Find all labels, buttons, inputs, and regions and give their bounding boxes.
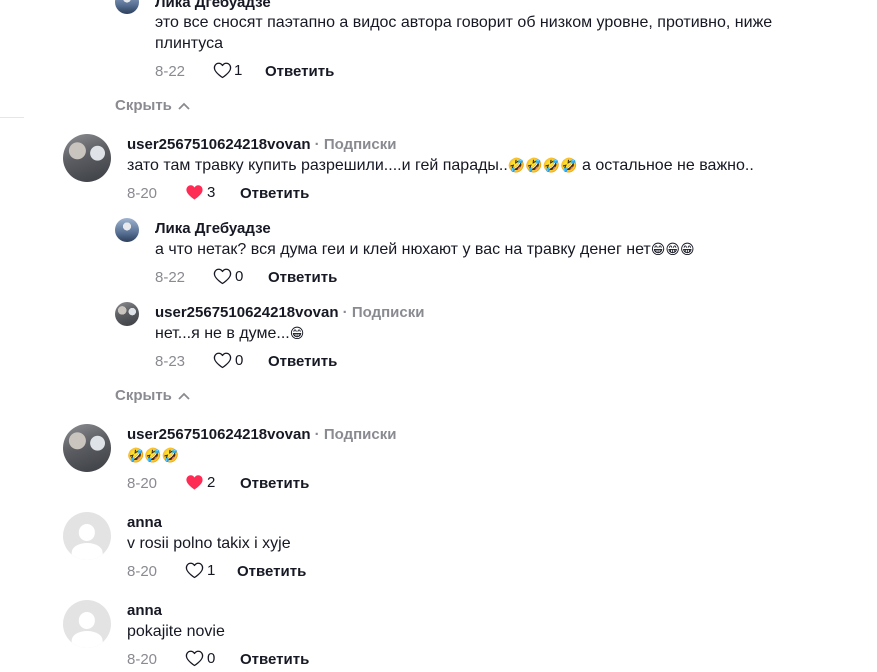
comment-author[interactable]: Лика Дгебуадзе [155, 220, 271, 237]
chevron-up-icon [178, 392, 190, 400]
reply-button[interactable]: Ответить [265, 63, 334, 80]
like-count: 0 [235, 268, 244, 285]
comment-date: 8-20 [127, 185, 158, 202]
comment-date: 8-20 [127, 475, 158, 492]
emoji: 😁😁😁 [650, 241, 695, 257]
comment-author[interactable]: anna [127, 602, 162, 619]
heart-icon[interactable] [213, 267, 232, 285]
avatar[interactable] [63, 424, 111, 472]
comment-text-part: а остальное не важно.. [577, 157, 754, 174]
comment-author[interactable]: user2567510624218vovan [155, 304, 339, 321]
comment-author[interactable]: user2567510624218vovan [127, 426, 311, 443]
reply-button[interactable]: Ответить [268, 353, 337, 370]
divider [0, 117, 24, 118]
comment-text: нет...я не в думе...😁 [155, 323, 304, 344]
comment-date: 8-20 [127, 651, 158, 668]
like-button[interactable] [185, 649, 204, 672]
like-count: 1 [234, 62, 243, 79]
emoji: 🤣🤣🤣 [127, 447, 180, 463]
comment-author[interactable]: user2567510624218vovan [127, 136, 311, 153]
heart-icon[interactable] [185, 183, 204, 201]
like-button[interactable] [213, 61, 232, 84]
comment-text-line: плинтуса [155, 35, 223, 52]
separator: · [314, 136, 320, 153]
like-count: 1 [207, 562, 216, 579]
heart-icon[interactable] [185, 561, 204, 579]
avatar[interactable] [63, 600, 111, 648]
like-button[interactable] [185, 473, 204, 496]
comment-text: зато там травку купить разрешили....и ге… [127, 155, 754, 176]
comment-text: 🤣🤣🤣 [127, 445, 179, 466]
comment-text-part: а что нетак? вся дума геи и клей нюхают … [155, 241, 651, 258]
avatar[interactable] [63, 134, 111, 182]
emoji: 😁 [289, 325, 305, 341]
comment-date: 8-22 [155, 269, 186, 286]
comment-text: v rosii polno takix i xyje [127, 535, 291, 552]
heart-icon[interactable] [185, 649, 204, 667]
reply-button[interactable]: Ответить [240, 651, 309, 668]
follow-label: Подписки [323, 426, 397, 443]
avatar[interactable] [115, 302, 139, 326]
heart-icon[interactable] [213, 351, 232, 369]
comment-date: 8-20 [127, 563, 158, 580]
follow-label: Подписки [351, 304, 425, 321]
comment-author-row: user2567510624218vovan · Подписки [127, 136, 396, 153]
heart-icon[interactable] [185, 473, 204, 491]
hide-replies-button[interactable]: Скрыть [115, 387, 190, 404]
hide-label: Скрыть [115, 97, 172, 114]
reply-button[interactable]: Ответить [240, 185, 309, 202]
comment-author[interactable]: anna [127, 514, 162, 531]
avatar[interactable] [63, 512, 111, 560]
avatar[interactable] [115, 218, 139, 242]
follow-label: Подписки [323, 136, 397, 153]
comment-text-line: это все сносят паэтапно а видос автора г… [155, 14, 773, 31]
separator: · [314, 426, 320, 443]
comment-author-row: user2567510624218vovan · Подписки [127, 426, 396, 443]
comment-text-part: нет...я не в думе... [155, 325, 290, 342]
hide-replies-button[interactable]: Скрыть [115, 97, 190, 114]
comment-text: а что нетак? вся дума геи и клей нюхают … [155, 239, 695, 260]
reply-button[interactable]: Ответить [268, 269, 337, 286]
avatar[interactable] [115, 0, 139, 14]
comment-text: pokajite novie [127, 623, 225, 640]
like-count: 0 [235, 352, 244, 369]
comment-author-row: user2567510624218vovan · Подписки [155, 304, 424, 321]
like-count: 0 [207, 650, 216, 667]
comment-text-part: зато там травку купить разрешили....и ге… [127, 157, 508, 174]
emoji: 🤣🤣🤣🤣 [507, 157, 578, 173]
comment-author[interactable]: Лика Дгебуадзе [155, 0, 271, 11]
comment-text: это все сносят паэтапно а видос автора г… [155, 12, 835, 54]
chevron-up-icon [178, 102, 190, 110]
like-count: 3 [207, 184, 216, 201]
comment-date: 8-22 [155, 63, 186, 80]
like-button[interactable] [213, 351, 232, 374]
comment-date: 8-23 [155, 353, 186, 370]
heart-icon[interactable] [213, 61, 232, 79]
like-button[interactable] [213, 267, 232, 290]
separator: · [342, 304, 348, 321]
hide-label: Скрыть [115, 387, 172, 404]
like-button[interactable] [185, 561, 204, 584]
reply-button[interactable]: Ответить [240, 475, 309, 492]
reply-button[interactable]: Ответить [237, 563, 306, 580]
like-count: 2 [207, 474, 216, 491]
like-button[interactable] [185, 183, 204, 206]
